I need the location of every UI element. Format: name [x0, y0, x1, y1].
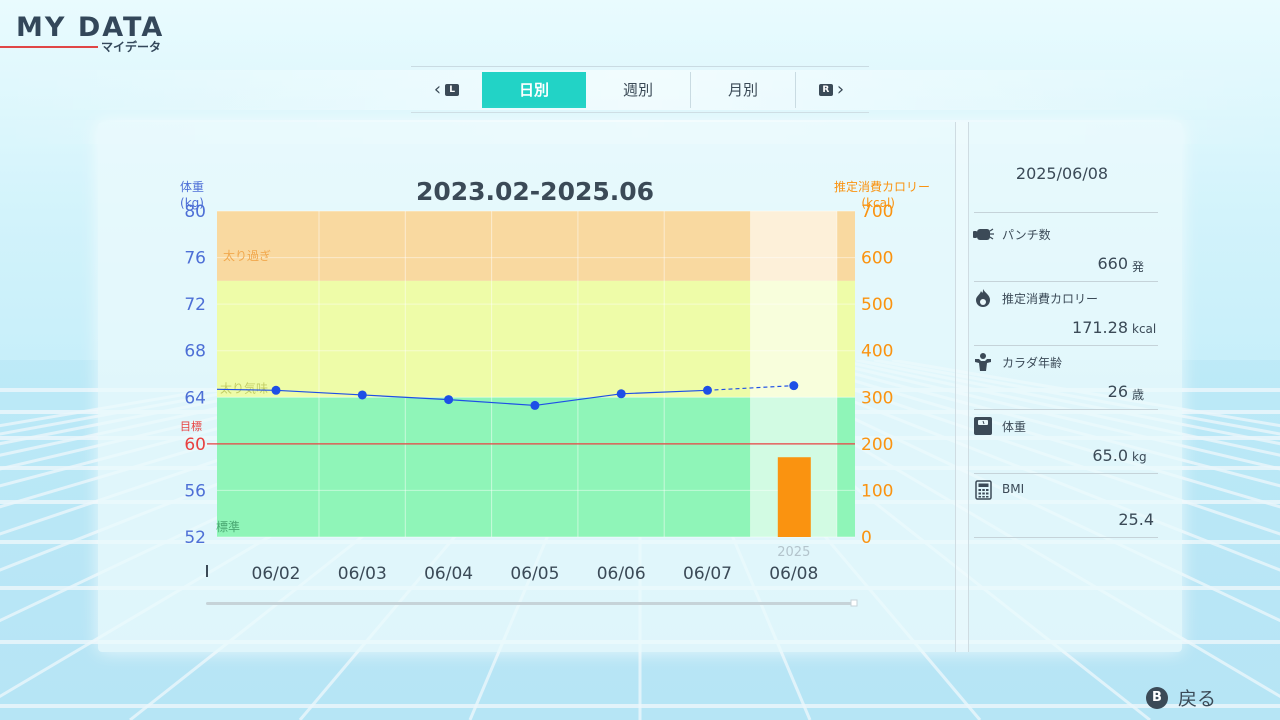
y-tick-right: 500 [861, 295, 893, 315]
year-label: 2025 [777, 545, 810, 560]
selected-date: 2025/06/08 [1015, 164, 1109, 183]
b-button-glyph: B [1146, 686, 1168, 709]
calculator-icon [972, 480, 994, 500]
x-tick-label: 06/03 [338, 564, 387, 584]
stat-unit: 歳 [1132, 388, 1145, 402]
x-tick-label: 06/06 [597, 564, 646, 584]
stat-value: 25.4 [1118, 510, 1154, 529]
stat-scale: 体重 65.0 kg [968, 412, 1168, 476]
x-tick-label: 06/08 [769, 564, 818, 584]
scale-icon [972, 416, 994, 436]
back-button[interactable]: B 戻る [1146, 684, 1216, 711]
divider [974, 345, 1158, 346]
stat-unit: kg [1132, 450, 1147, 464]
y-axis-left-title: 体重 [180, 180, 204, 194]
stat-label: 推定消費カロリー [1002, 292, 1099, 306]
weight-point [357, 390, 367, 400]
y-tick-left: 72 [184, 295, 206, 315]
y-tick-right: 300 [861, 388, 893, 408]
stat-flame: 推定消費カロリー 171.28 kcal [968, 284, 1168, 348]
weight-point [789, 381, 799, 391]
y-tick-left: 56 [184, 481, 206, 501]
stat-label: カラダ年齢 [1002, 356, 1063, 370]
zone-label: 標準 [216, 519, 240, 534]
y-tick-right: 100 [861, 481, 893, 501]
x-axis-left-marker [206, 565, 208, 577]
weight-point [530, 400, 540, 410]
chevron-left-icon: ‹ [433, 79, 442, 100]
stat-punch: パンチ数 660 発 [968, 220, 1168, 284]
weight-point [616, 389, 626, 399]
weight-point [703, 385, 712, 395]
page-subtitle: マイデータ [101, 40, 162, 54]
x-tick-label: 06/05 [510, 564, 559, 584]
view-tabs: ‹ L 日別 週別 月別 R › [411, 66, 869, 113]
y-tick-right: 400 [861, 342, 893, 362]
zone-label: 太り過ぎ [223, 248, 271, 263]
y-tick-right: 600 [861, 249, 893, 269]
stat-value: 660 [1097, 254, 1128, 273]
y-tick-left: 76 [184, 249, 206, 269]
divider [974, 473, 1158, 474]
body-icon [972, 352, 994, 372]
divider [974, 537, 1158, 538]
goal-label: 目標 [180, 419, 202, 433]
stat-body: カラダ年齢 26 歳 [968, 348, 1168, 412]
weight-calorie-chart[interactable]: 太り過ぎ太り気味標準目標8076726864605652700600500400… [170, 170, 950, 620]
stat-value: 171.28 [1072, 318, 1128, 337]
stat-label: BMI [1002, 482, 1025, 496]
stat-label: パンチ数 [1002, 228, 1051, 242]
stat-unit: kcal [1132, 322, 1157, 336]
punch-icon [972, 224, 994, 244]
title-underline [0, 46, 98, 48]
chevron-right-icon: › [836, 79, 845, 100]
chart-scrollbar [206, 602, 856, 605]
l-button-glyph: L [445, 83, 460, 96]
divider [974, 281, 1158, 282]
stat-value: 26 [1107, 382, 1128, 401]
tab-weekly[interactable]: 週別 [586, 71, 691, 108]
scrollbar-thumb [850, 599, 858, 607]
weight-point [444, 395, 454, 405]
x-tick-label: 06/04 [424, 564, 473, 584]
weight-point [271, 385, 281, 395]
stat-value: 65.0 [1092, 446, 1128, 465]
y-tick-left: 60 [184, 435, 206, 455]
y-tick-left: 68 [184, 342, 206, 362]
r-button-glyph: R [818, 83, 833, 96]
y-axis-left-unit: (kg) [180, 196, 204, 210]
calorie-bar [777, 457, 811, 537]
tab-prev-button[interactable]: ‹ L [411, 67, 482, 112]
y-tick-right: 0 [861, 528, 872, 548]
y-axis-right-title: 推定消費カロリー [834, 179, 930, 194]
divider [974, 409, 1158, 410]
x-tick-label: 06/02 [252, 564, 301, 584]
stat-calculator: BMI 25.4 [968, 476, 1168, 540]
tab-next-button[interactable]: R › [796, 67, 867, 112]
y-axis-right-unit: (kcal) [861, 196, 895, 210]
y-tick-right: 200 [861, 435, 893, 455]
x-tick-label: 06/07 [683, 564, 732, 584]
panel-divider [955, 122, 969, 652]
y-tick-left: 52 [184, 528, 206, 548]
tab-monthly[interactable]: 月別 [691, 71, 796, 108]
y-tick-left: 64 [184, 388, 206, 408]
stat-unit: 発 [1132, 260, 1145, 274]
tab-daily[interactable]: 日別 [482, 71, 586, 108]
divider [974, 212, 1158, 213]
zone-label: 太り気味 [220, 380, 268, 395]
stat-label: 体重 [1002, 420, 1027, 434]
flame-icon [972, 288, 994, 308]
chart-title: 2023.02-2025.06 [416, 177, 654, 206]
detail-sidebar: 2025/06/08 パンチ数 660 発推定消費カロリー 171.28 kcal カラダ… [968, 122, 1168, 652]
back-label: 戻る [1178, 688, 1217, 710]
